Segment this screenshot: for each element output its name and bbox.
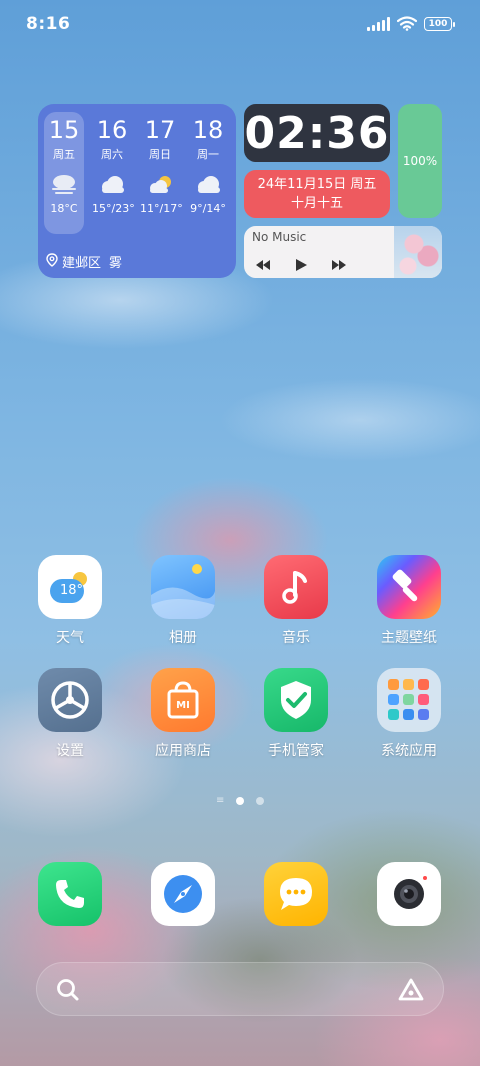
music-note-icon — [264, 555, 328, 619]
weather-date: 17 — [144, 116, 176, 144]
battery-widget[interactable]: 100% — [398, 104, 442, 218]
clock-time: 02:36 — [244, 107, 390, 159]
app-store[interactable]: MI 应用商店 — [143, 668, 223, 760]
clock-widget[interactable]: 02:36 — [244, 104, 390, 162]
app-label: 手机管家 — [268, 743, 324, 759]
weather-widget[interactable]: 15 周五 18°C 16 周六 15°/23° 17 周日 11°/17° 1… — [38, 104, 236, 278]
weather-day-2: 16 周六 15°/23° — [92, 112, 135, 234]
weather-date: 16 — [96, 116, 128, 144]
signal-icon — [367, 16, 390, 31]
dock-browser[interactable] — [143, 862, 223, 926]
location-pin-icon — [46, 252, 58, 271]
next-icon[interactable] — [330, 259, 348, 274]
shopping-bag-icon: MI — [151, 668, 215, 732]
gallery-icon — [151, 555, 215, 619]
status-time: 8:16 — [26, 14, 71, 34]
weather-weekday: 周六 — [101, 148, 123, 161]
store-badge: MI — [176, 700, 190, 711]
app-label: 系统应用 — [381, 743, 437, 759]
folder-grid-icon — [377, 668, 441, 732]
cloud-icon — [97, 174, 127, 194]
weather-day-4: 18 周一 9°/14° — [188, 112, 228, 234]
status-icons: 100 — [367, 16, 455, 31]
app-system-folder[interactable]: 系统应用 — [369, 668, 449, 760]
page-indicator: ≡ — [0, 796, 480, 806]
dock-phone[interactable] — [30, 862, 110, 926]
search-icon[interactable] — [55, 977, 81, 1007]
music-widget[interactable]: No Music — [244, 226, 442, 278]
paintbrush-icon — [377, 555, 441, 619]
app-label: 主题壁纸 — [381, 630, 437, 646]
dock-messages[interactable] — [256, 862, 336, 926]
page-dot[interactable] — [256, 797, 264, 805]
weather-temp: 15°/23° — [92, 202, 135, 215]
weather-day-1: 15 周五 18°C — [44, 112, 84, 234]
weather-weekday: 周一 — [197, 148, 219, 161]
album-art — [394, 226, 442, 278]
weather-date: 18 — [192, 116, 224, 144]
weather-location: 建邺区 雾 — [46, 252, 122, 271]
partly-sunny-icon — [145, 174, 175, 194]
feed-page-icon[interactable]: ≡ — [216, 796, 224, 806]
search-bar[interactable] — [36, 962, 444, 1016]
music-controls — [254, 258, 348, 275]
music-title: No Music — [252, 230, 307, 244]
date-widget[interactable]: 24年11月15日 周五 十月十五 — [244, 170, 390, 218]
shield-check-icon — [264, 668, 328, 732]
cloud-icon — [193, 174, 223, 194]
battery-level: 100 — [428, 18, 448, 29]
date-gregorian: 24年11月15日 周五 — [257, 177, 377, 192]
status-bar: 8:16 100 — [0, 0, 480, 50]
app-gallery[interactable]: 相册 — [143, 555, 223, 647]
app-themes[interactable]: 主题壁纸 — [369, 555, 449, 647]
play-icon[interactable] — [294, 258, 308, 275]
ai-assistant-icon[interactable] — [397, 977, 425, 1007]
weather-date: 15 — [48, 116, 80, 144]
app-label: 天气 — [56, 630, 84, 646]
weather-weekday: 周五 — [53, 148, 75, 161]
weather-day-3: 17 周日 11°/17° — [140, 112, 183, 234]
app-weather[interactable]: 18° 天气 — [30, 555, 110, 647]
date-lunar: 十月十五 — [290, 196, 343, 211]
page-dot-active[interactable] — [236, 797, 244, 805]
battery-icon: 100 — [424, 16, 455, 31]
previous-icon[interactable] — [254, 259, 272, 274]
location-name: 建邺区 — [62, 256, 102, 271]
app-music[interactable]: 音乐 — [256, 555, 336, 647]
battery-widget-level: 100% — [402, 154, 438, 168]
app-label: 相册 — [169, 630, 197, 646]
weather-temp: 18°C — [50, 202, 78, 215]
app-security[interactable]: 手机管家 — [256, 668, 336, 760]
app-label: 音乐 — [282, 630, 310, 646]
weather-app-icon: 18° — [38, 555, 102, 619]
weather-weekday: 周日 — [149, 148, 171, 161]
wifi-icon — [397, 16, 417, 31]
app-label: 应用商店 — [155, 743, 211, 759]
dock-camera[interactable] — [369, 862, 449, 926]
camera-icon — [377, 862, 441, 926]
phone-icon — [38, 862, 102, 926]
weather-temp: 11°/17° — [140, 202, 183, 215]
weather-temp: 9°/14° — [190, 202, 226, 215]
app-label: 设置 — [56, 743, 84, 759]
app-settings[interactable]: 设置 — [30, 668, 110, 760]
settings-gear-icon — [38, 668, 102, 732]
fog-icon — [49, 174, 79, 194]
compass-icon — [151, 862, 215, 926]
message-bubble-icon — [264, 862, 328, 926]
weather-app-badge: 18° — [60, 583, 84, 598]
weather-condition: 雾 — [109, 256, 123, 271]
